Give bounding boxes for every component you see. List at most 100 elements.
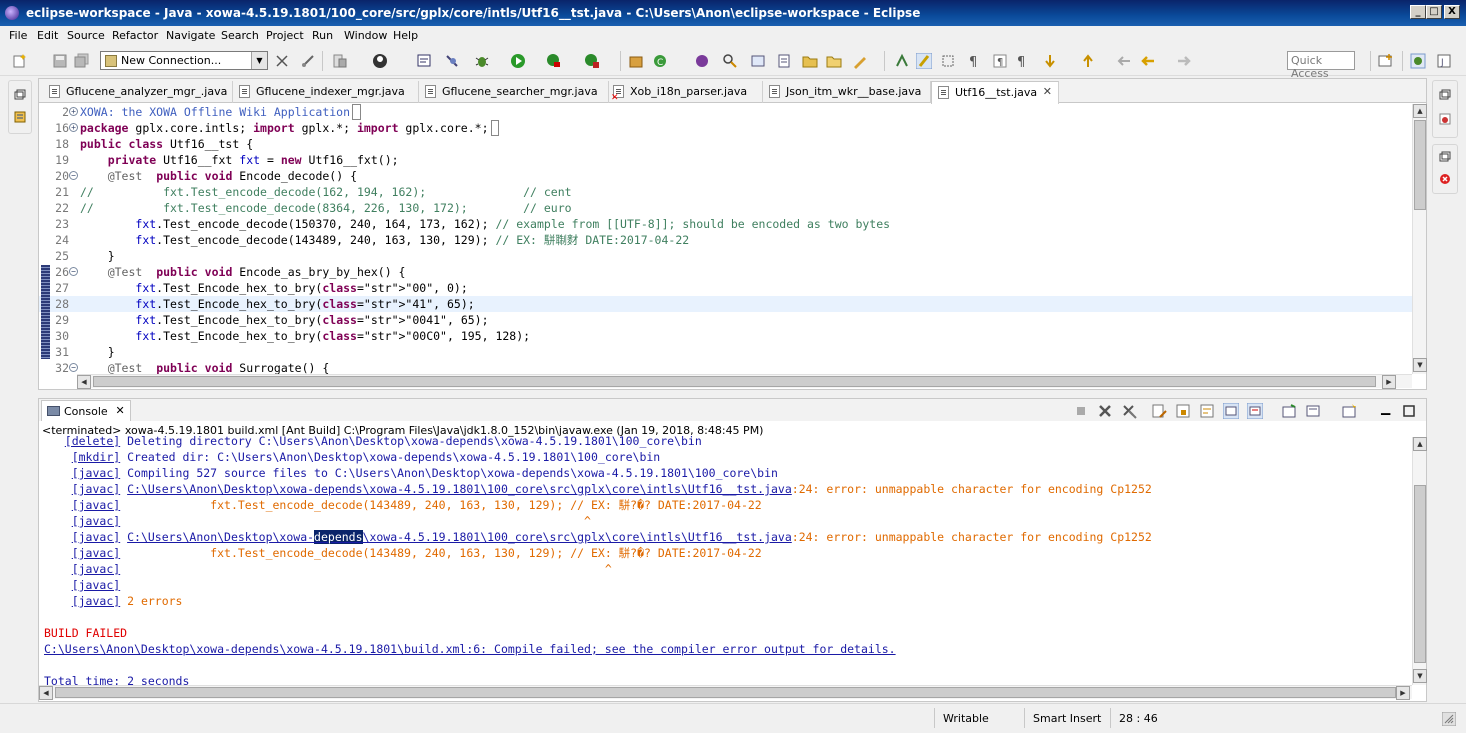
- code-line[interactable]: 19 private Utf16__fxt fxt = new Utf16__f…: [39, 152, 1412, 168]
- menu-search[interactable]: Search: [221, 29, 259, 42]
- open-resource-icon[interactable]: [776, 53, 792, 69]
- pin-console-icon[interactable]: [1281, 403, 1297, 419]
- display-selected-console-icon[interactable]: [1305, 403, 1321, 419]
- restore-icon[interactable]: [1439, 151, 1451, 163]
- open-task-icon[interactable]: [750, 53, 766, 69]
- scroll-left-icon[interactable]: ◀: [39, 686, 53, 700]
- code-line[interactable]: 24 fxt.Test_encode_decode(143489, 240, 1…: [39, 232, 1412, 248]
- minimize-button[interactable]: _: [1410, 5, 1426, 19]
- code-line[interactable]: 29 fxt.Test_Encode_hex_to_bry(class="str…: [39, 312, 1412, 328]
- code-line[interactable]: 30 fxt.Test_Encode_hex_to_bry(class="str…: [39, 328, 1412, 344]
- code-line[interactable]: 23 fxt.Test_encode_decode(150370, 240, 1…: [39, 216, 1412, 232]
- resize-grip-icon[interactable]: [1442, 712, 1456, 726]
- new-java-class-icon[interactable]: C: [652, 53, 668, 69]
- console-vertical-scrollbar[interactable]: ▲ ▼: [1412, 437, 1427, 685]
- code-line[interactable]: 27 fxt.Test_Encode_hex_to_bry(class="str…: [39, 280, 1412, 296]
- debug-icon[interactable]: [474, 53, 490, 69]
- coverage-icon[interactable]: [546, 53, 562, 69]
- menu-source[interactable]: Source: [67, 29, 105, 42]
- block-selection-icon[interactable]: [940, 53, 956, 69]
- close-tab-icon[interactable]: ✕: [1043, 85, 1052, 98]
- chevron-down-icon[interactable]: ▼: [251, 52, 267, 69]
- code-line[interactable]: 28 fxt.Test_Encode_hex_to_bry(class="str…: [39, 296, 1412, 312]
- clear-console-icon[interactable]: [1151, 403, 1167, 419]
- toggle-mark-occurrences-icon[interactable]: [894, 53, 910, 69]
- scroll-lock-icon[interactable]: [1175, 403, 1191, 419]
- previous-annotation-icon[interactable]: [1080, 53, 1096, 69]
- insert-mode-status[interactable]: Smart Insert: [1024, 708, 1110, 728]
- menu-help[interactable]: Help: [393, 29, 418, 42]
- connection-select[interactable]: New Connection... ▼: [100, 51, 268, 70]
- debug-perspective-icon[interactable]: [1410, 53, 1426, 69]
- close-tab-icon[interactable]: ✕: [115, 404, 124, 417]
- menu-window[interactable]: Window: [344, 29, 387, 42]
- pilcrow-icon[interactable]: ¶: [1014, 53, 1030, 69]
- console-horizontal-scrollbar[interactable]: ◀ ▶: [39, 685, 1412, 700]
- code-line[interactable]: 18 public class Utf16__tst {: [39, 136, 1412, 152]
- word-wrap-icon[interactable]: [1199, 403, 1215, 419]
- console-output[interactable]: [delete] Deleting directory C:\Users\Ano…: [39, 435, 1412, 685]
- menu-file[interactable]: File: [9, 29, 27, 42]
- maximize-view-icon[interactable]: [1401, 403, 1417, 419]
- scroll-right-icon[interactable]: ▶: [1382, 375, 1396, 389]
- tab-json-itm-wkr[interactable]: Json_itm_wkr__base.java: [763, 81, 931, 103]
- scroll-down-icon[interactable]: ▼: [1413, 669, 1427, 683]
- save-icon[interactable]: [52, 53, 68, 69]
- remove-launch-icon[interactable]: [1097, 403, 1113, 419]
- package-explorer-icon[interactable]: [14, 111, 26, 123]
- menu-edit[interactable]: Edit: [37, 29, 58, 42]
- minimize-view-button[interactable]: ▁: [1381, 401, 1390, 415]
- terminate-icon[interactable]: [1073, 403, 1089, 419]
- scroll-thumb[interactable]: [1414, 485, 1426, 663]
- scroll-thumb[interactable]: [1414, 120, 1426, 210]
- collapse-fold-icon[interactable]: −: [69, 267, 78, 276]
- sql-icon[interactable]: [332, 53, 348, 69]
- menu-refactor[interactable]: Refactor: [112, 29, 158, 42]
- scroll-up-icon[interactable]: ▲: [1413, 437, 1427, 451]
- code-line[interactable]: 26− @Test public void Encode_as_bry_by_h…: [39, 264, 1412, 280]
- collapse-fold-icon[interactable]: −: [69, 171, 78, 180]
- remove-all-terminated-icon[interactable]: [1121, 403, 1137, 419]
- menu-navigate[interactable]: Navigate: [166, 29, 215, 42]
- scroll-left-icon[interactable]: ◀: [77, 375, 91, 389]
- scroll-thumb[interactable]: [93, 376, 1376, 387]
- show-whitespace-icon[interactable]: ¶: [966, 53, 982, 69]
- tab-gflucene-indexer[interactable]: Gflucene_indexer_mgr.java: [233, 81, 419, 103]
- back-icon[interactable]: [1140, 53, 1156, 69]
- show-console-on-output-icon[interactable]: [1223, 403, 1239, 419]
- code-editor[interactable]: 2 + XOWA: the XOWA Offline Wiki Applicatio…: [39, 104, 1412, 374]
- expand-fold-icon[interactable]: +: [69, 123, 78, 132]
- tab-gflucene-searcher[interactable]: Gflucene_searcher_mgr.java: [419, 81, 609, 103]
- task-icon[interactable]: [416, 53, 432, 69]
- connect-icon[interactable]: [274, 53, 290, 69]
- tab-gflucene-analyzer[interactable]: Gflucene_analyzer_mgr_.java: [43, 81, 233, 103]
- scroll-up-icon[interactable]: ▲: [1413, 104, 1427, 118]
- java-perspective-icon[interactable]: J: [1436, 53, 1452, 69]
- person-icon[interactable]: [372, 53, 388, 69]
- save-all-icon[interactable]: [74, 53, 90, 69]
- outline-icon[interactable]: [1439, 113, 1451, 125]
- code-line[interactable]: 21 // fxt.Test_encode_decode(162, 194, 16…: [39, 184, 1412, 200]
- code-line[interactable]: 25 }: [39, 248, 1412, 264]
- new-icon[interactable]: [12, 53, 28, 69]
- last-edit-location-icon[interactable]: [1116, 53, 1132, 69]
- new-java-package-icon[interactable]: [628, 53, 644, 69]
- pen-icon[interactable]: [852, 53, 868, 69]
- tab-xob-i18n-parser[interactable]: ✕ Xob_i18n_parser.java: [607, 81, 763, 103]
- code-line[interactable]: 2 + XOWA: the XOWA Offline Wiki Applicatio…: [39, 104, 1412, 120]
- editor-horizontal-scrollbar[interactable]: ◀ ▶: [77, 374, 1412, 389]
- problems-icon[interactable]: [1439, 173, 1451, 185]
- folder-icon[interactable]: [802, 53, 818, 69]
- restore-icon[interactable]: [1439, 89, 1451, 101]
- collapse-fold-icon[interactable]: −: [69, 363, 78, 372]
- code-line[interactable]: 31 }: [39, 344, 1412, 360]
- maximize-button[interactable]: □: [1426, 5, 1442, 19]
- code-line[interactable]: 20− @Test public void Encode_decode() {: [39, 168, 1412, 184]
- code-line[interactable]: 16 + package gplx.core.intls; import gplx.…: [39, 120, 1412, 136]
- forward-icon[interactable]: [1176, 53, 1192, 69]
- scroll-down-icon[interactable]: ▼: [1413, 358, 1427, 372]
- menu-project[interactable]: Project: [266, 29, 304, 42]
- scroll-thumb[interactable]: [55, 687, 1396, 698]
- paragraph-icon[interactable]: ¶: [992, 53, 1008, 69]
- disconnect-icon[interactable]: [300, 53, 316, 69]
